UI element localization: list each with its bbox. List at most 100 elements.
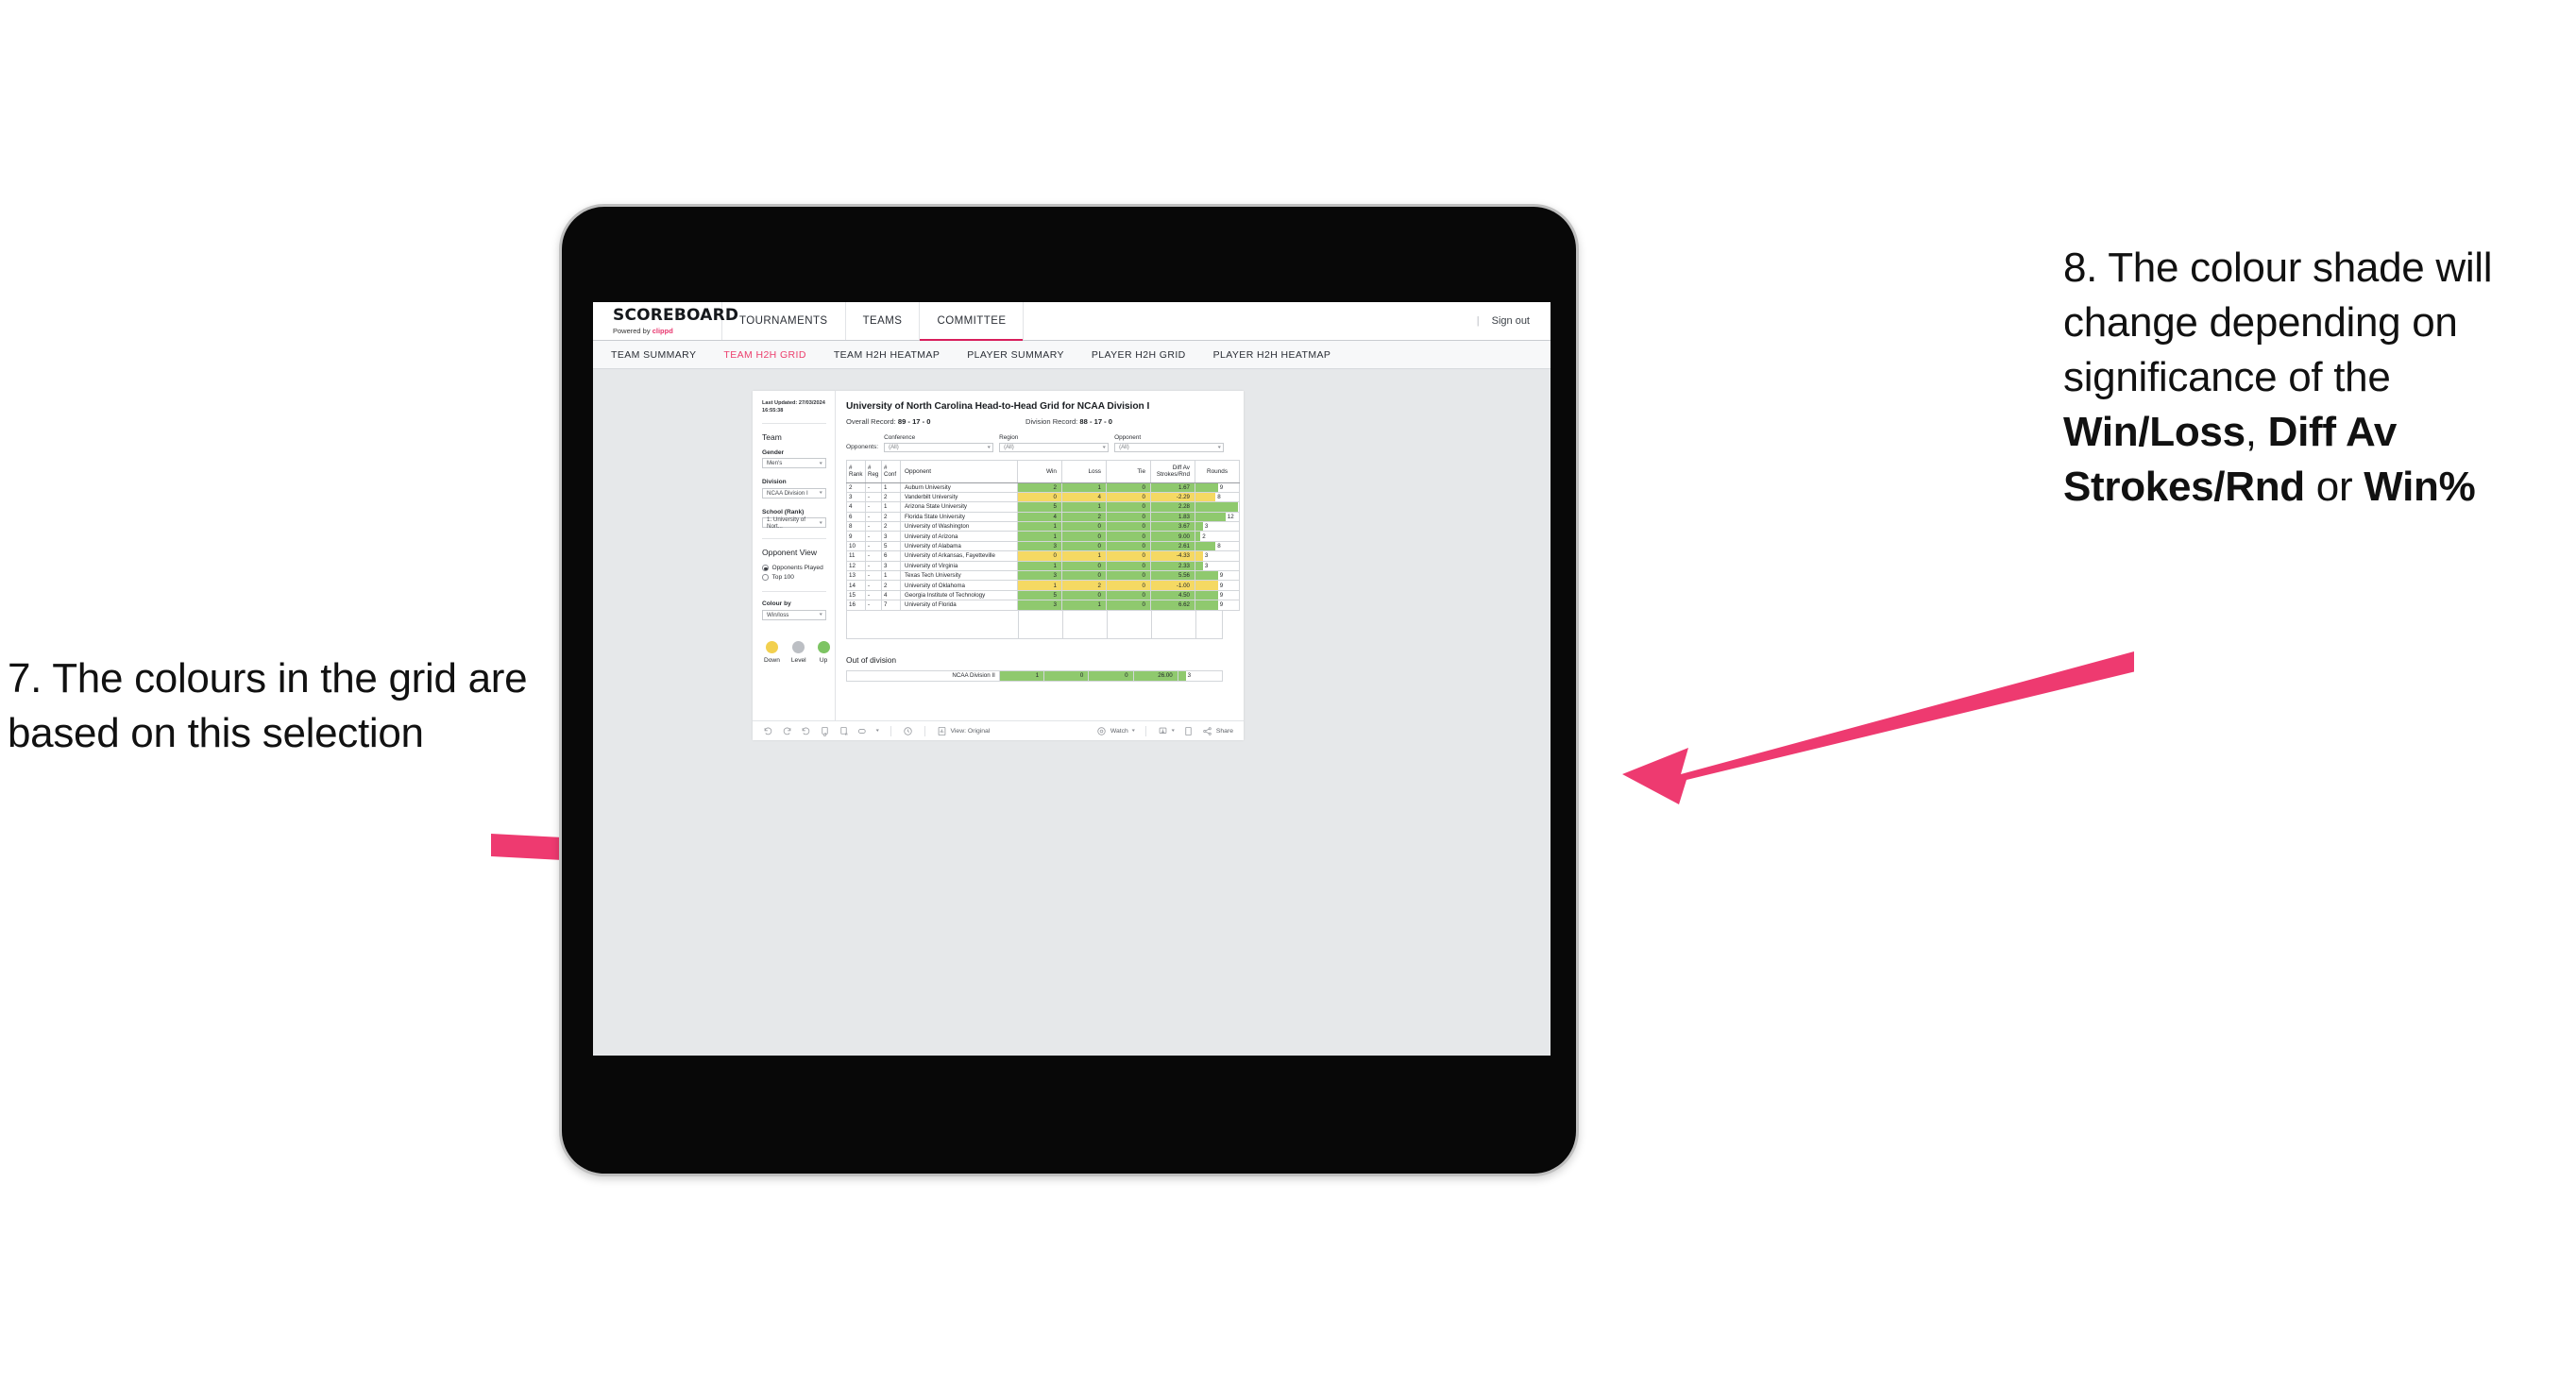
subnav-item-player-h2h-grid[interactable]: PLAYER H2H GRID: [1092, 349, 1186, 361]
cell-opponent: Florida State University: [900, 511, 1018, 523]
table-row[interactable]: 2-1 Auburn University 2 1 0 1.67 9: [846, 482, 1240, 493]
cell-diff-av-strokes: 9.00: [1150, 531, 1195, 542]
table-row[interactable]: 14-2 University of Oklahoma 1 2 0 -1.00 9: [846, 580, 1240, 591]
share-button[interactable]: Share: [1202, 726, 1233, 736]
subnav-item-team-summary[interactable]: TEAM SUMMARY: [611, 349, 696, 361]
cell-loss: 0: [1043, 669, 1090, 683]
topnav-item-tournaments[interactable]: TOURNAMENTS: [722, 302, 846, 340]
radio-opponents-played[interactable]: Opponents Played: [762, 565, 826, 571]
cell-rounds: 3: [1177, 669, 1224, 683]
subnav-item-team-h2h-grid[interactable]: TEAM H2H GRID: [723, 349, 805, 361]
cell-opponent: Arizona State University: [900, 501, 1018, 513]
blank-seg-rounds: [1196, 611, 1222, 638]
gender-select[interactable]: Men's ▾: [762, 458, 826, 469]
subnav-item-team-h2h-heatmap[interactable]: TEAM H2H HEATMAP: [834, 349, 940, 361]
chevron-down-icon[interactable]: ▾: [876, 728, 879, 734]
table-row[interactable]: 6-2 Florida State University 4 2 0 1.83 12: [846, 511, 1240, 523]
col-header-conf: # Conf: [881, 459, 901, 483]
head-to-head-grid[interactable]: # Rank # Reg # Conf Opponent Win Loss Tie D…: [846, 459, 1240, 639]
cell-loss: 0: [1061, 531, 1107, 542]
cell-opponent: Texas Tech University: [900, 569, 1018, 582]
cell-conf: 3: [881, 531, 901, 542]
download-button[interactable]: ▾: [1158, 726, 1175, 736]
tableau-toolbar: ▾ View: Original Watch ▾ ▾ Share: [753, 720, 1244, 740]
legend-label-down: Down: [764, 656, 780, 664]
topnav-item-teams[interactable]: TEAMS: [846, 302, 921, 340]
view-original-button[interactable]: View: Original: [937, 726, 990, 736]
division-select[interactable]: NCAA Division I ▾: [762, 487, 826, 499]
subnav-item-player-summary[interactable]: PLAYER SUMMARY: [967, 349, 1064, 361]
cell-conf: 1: [881, 569, 901, 582]
revert-icon[interactable]: [801, 726, 811, 736]
cell-opponent: University of Virginia: [900, 560, 1018, 572]
annotation-right-pre: 8. The colour shade will change dependin…: [2063, 245, 2493, 401]
cell-reg: -: [865, 550, 882, 562]
table-row[interactable]: 13-1 Texas Tech University 3 0 0 5.56 9: [846, 569, 1240, 582]
filter-divider-1: [762, 422, 826, 424]
fullscreen-icon[interactable]: [1183, 726, 1194, 736]
cell-tie: 0: [1106, 540, 1151, 552]
out-of-division-table: NCAA Division II 1 0 0 26.00 3: [846, 669, 1224, 683]
out-of-division-body: NCAA Division II 1 0 0 26.00 3: [846, 669, 1224, 683]
colour-by-label: Colour by: [762, 600, 791, 608]
table-row[interactable]: 15-4 Georgia Institute of Technology 5 0 0 4.…: [846, 589, 1240, 601]
col-header-loss: Loss: [1061, 459, 1107, 483]
table-row[interactable]: 9-3 University of Arizona 1 0 0 9.00 2: [846, 531, 1240, 542]
topnav-spacer: [1024, 302, 1476, 340]
app-logo[interactable]: SCOREBOARD Powered by clippd: [593, 302, 738, 340]
pause-updates-icon[interactable]: [839, 726, 849, 736]
cell-opponent: University of Alabama: [900, 540, 1018, 552]
redo-icon[interactable]: [782, 726, 792, 736]
topnav-item-committee[interactable]: COMMITTEE: [920, 302, 1025, 341]
radio-top-100[interactable]: Top 100: [762, 574, 826, 581]
table-row[interactable]: 12-3 University of Virginia 1 0 0 2.33 3: [846, 560, 1240, 572]
cell-tie: 0: [1106, 600, 1151, 611]
refresh-data-icon[interactable]: [820, 726, 830, 736]
watch-button[interactable]: Watch ▾: [1096, 726, 1135, 736]
table-row[interactable]: 8-2 University of Washington 1 0 0 3.67 3: [846, 521, 1240, 532]
cell-reg: -: [865, 569, 882, 582]
table-row[interactable]: 16-7 University of Florida 3 1 0 6.62 9: [846, 600, 1240, 611]
subnav-item-player-h2h-heatmap[interactable]: PLAYER H2H HEATMAP: [1213, 349, 1331, 361]
undo-icon[interactable]: [763, 726, 773, 736]
cell-loss: 1: [1061, 600, 1107, 611]
grid-empty-space: [846, 610, 1223, 639]
cell-conf: 1: [881, 501, 901, 513]
sub-navigation-bar: TEAM SUMMARY TEAM H2H GRID TEAM H2H HEAT…: [593, 341, 1551, 369]
colour-by-select[interactable]: Win/loss ▾: [762, 609, 826, 620]
conference-filter: Conference (All) ▾: [884, 434, 994, 452]
cell-diff-av-strokes: 2.28: [1150, 501, 1195, 513]
cell-rounds: 3: [1195, 550, 1240, 562]
tablet-bezel: SCOREBOARD Powered by clippd TOURNAMENTS…: [562, 207, 1576, 1174]
table-row[interactable]: 4-1Arizona State University5102.2817: [846, 501, 1240, 513]
cell-tie: 0: [1106, 569, 1151, 582]
history-clock-icon[interactable]: [903, 726, 913, 736]
device-layout-icon[interactable]: [857, 726, 868, 736]
col-header-win: Win: [1017, 459, 1062, 483]
opponent-select[interactable]: (All) ▾: [1114, 442, 1225, 452]
conference-select[interactable]: (All) ▾: [884, 442, 994, 452]
last-updated-text: Last Updated: 27/03/2024 16:55:38: [762, 400, 825, 414]
chevron-down-icon: ▾: [820, 612, 823, 618]
table-row[interactable]: 3-2 Vanderbilt University 0 4 0 -2.29 8: [846, 491, 1240, 503]
cell-loss: 0: [1061, 569, 1107, 582]
region-select[interactable]: (All) ▾: [999, 442, 1110, 452]
cell-conf: 2: [881, 491, 901, 503]
cell-diff-av-strokes: 2.33: [1150, 560, 1195, 572]
sign-out-link[interactable]: Sign out: [1492, 315, 1530, 327]
col-header-tie: Tie: [1106, 459, 1151, 483]
cell-tie: 0: [1088, 669, 1134, 683]
cell-rank: 4: [846, 501, 866, 513]
table-row[interactable]: 10-5 University of Alabama 3 0 0 2.61 8: [846, 540, 1240, 552]
blank-seg-win: [1019, 610, 1063, 638]
clippd-wordmark: clippd: [652, 326, 673, 335]
col-header-rounds: Rounds: [1195, 459, 1240, 483]
table-header-row: # Rank # Reg # Conf Opponent Win Loss Tie D…: [846, 459, 1240, 483]
school-rank-select[interactable]: 1. University of Nort... ▾: [762, 516, 826, 530]
col-header-diff-av-strokes-rnd: Diff Av Strokes/Rnd: [1150, 459, 1195, 483]
out-of-division-row[interactable]: NCAA Division II 1 0 0 26.00 3: [846, 669, 1224, 683]
cell-win: 1: [998, 669, 1045, 683]
table-row[interactable]: 11-6 University of Arkansas, Fayetteville…: [846, 550, 1240, 562]
cell-win: 5: [1017, 589, 1062, 601]
cell-tie: 0: [1106, 580, 1151, 591]
